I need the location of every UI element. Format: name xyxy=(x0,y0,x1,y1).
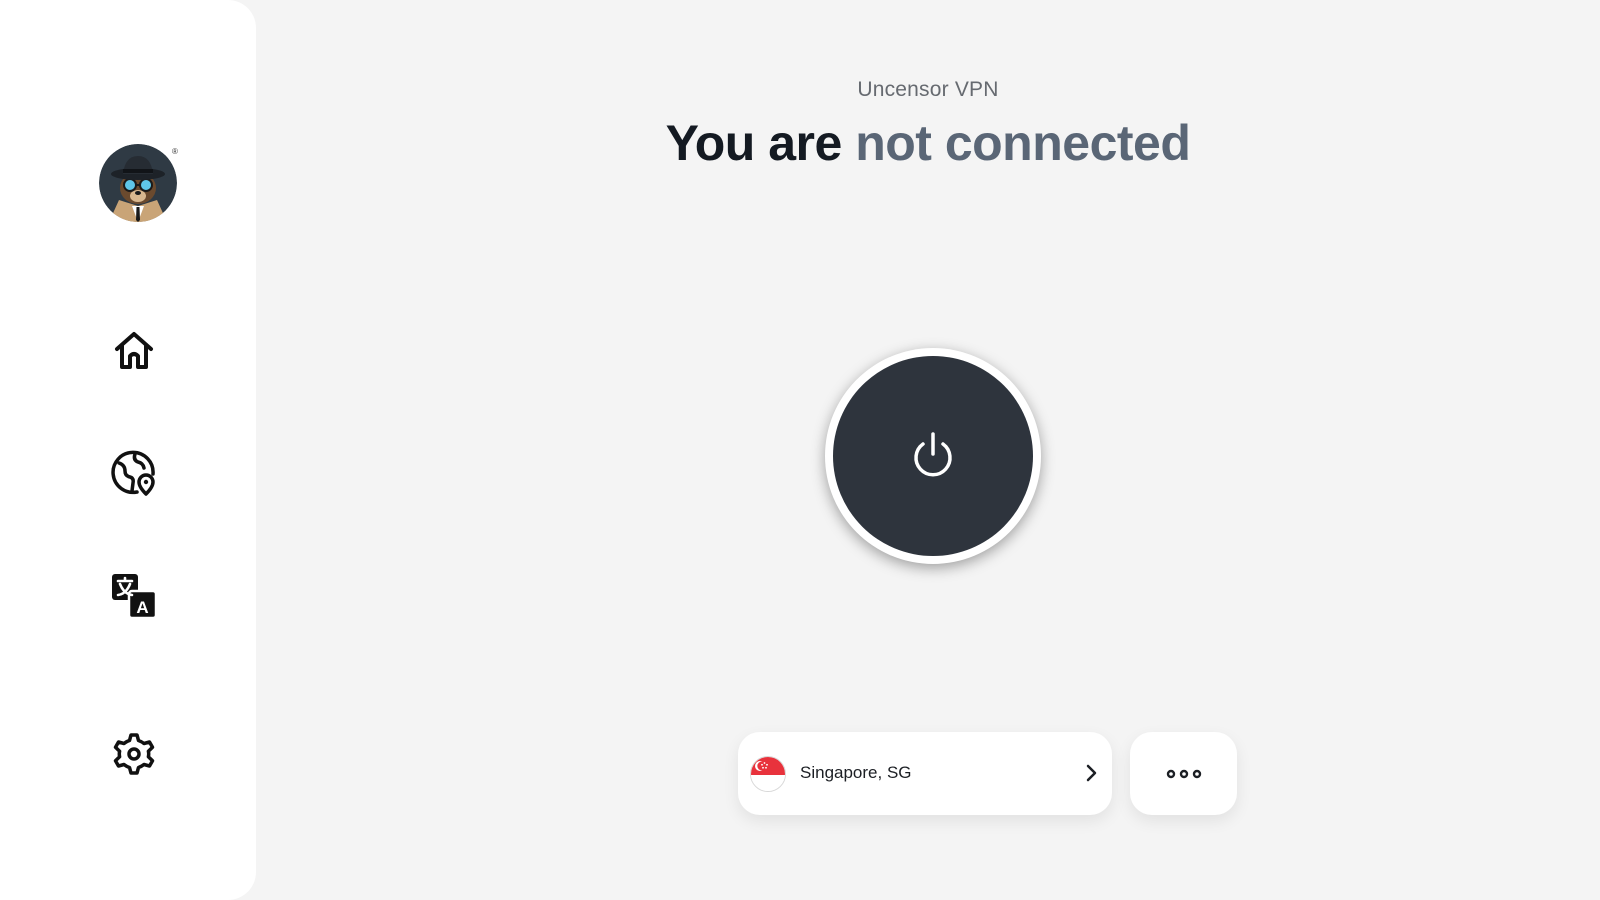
location-selector[interactable]: Singapore, SG xyxy=(738,732,1112,815)
app-name: Uncensor VPN xyxy=(857,78,999,101)
chevron-right-icon xyxy=(1086,764,1097,782)
more-options-button[interactable] xyxy=(1130,732,1237,815)
translate-icon: A xyxy=(112,574,158,620)
nav-locations-button[interactable] xyxy=(108,447,160,499)
power-icon xyxy=(914,432,952,477)
home-icon xyxy=(115,332,153,369)
connection-headline: You are not connected xyxy=(256,114,1600,172)
power-button-face xyxy=(833,356,1033,556)
svg-text:A: A xyxy=(136,598,148,617)
nav-settings-button[interactable] xyxy=(108,728,160,780)
connection-status: not connected xyxy=(855,115,1191,171)
spy-bear-avatar-icon xyxy=(99,144,177,222)
location-name: Singapore, SG xyxy=(800,763,912,782)
power-button[interactable] xyxy=(825,348,1041,564)
app-window: ® A Uncensor VPN You are not connected S… xyxy=(0,0,1600,900)
registered-mark: ® xyxy=(172,147,178,156)
more-horizontal-icon xyxy=(1166,769,1201,778)
avatar[interactable] xyxy=(99,144,177,222)
nav-language-button[interactable]: A xyxy=(108,570,160,622)
gear-icon xyxy=(113,733,155,775)
nav-home-button[interactable] xyxy=(108,324,160,376)
globe-location-icon xyxy=(111,450,155,496)
headline-prefix: You are xyxy=(665,115,856,171)
singapore-flag-icon xyxy=(750,756,786,792)
sidebar: ® A xyxy=(0,0,256,900)
